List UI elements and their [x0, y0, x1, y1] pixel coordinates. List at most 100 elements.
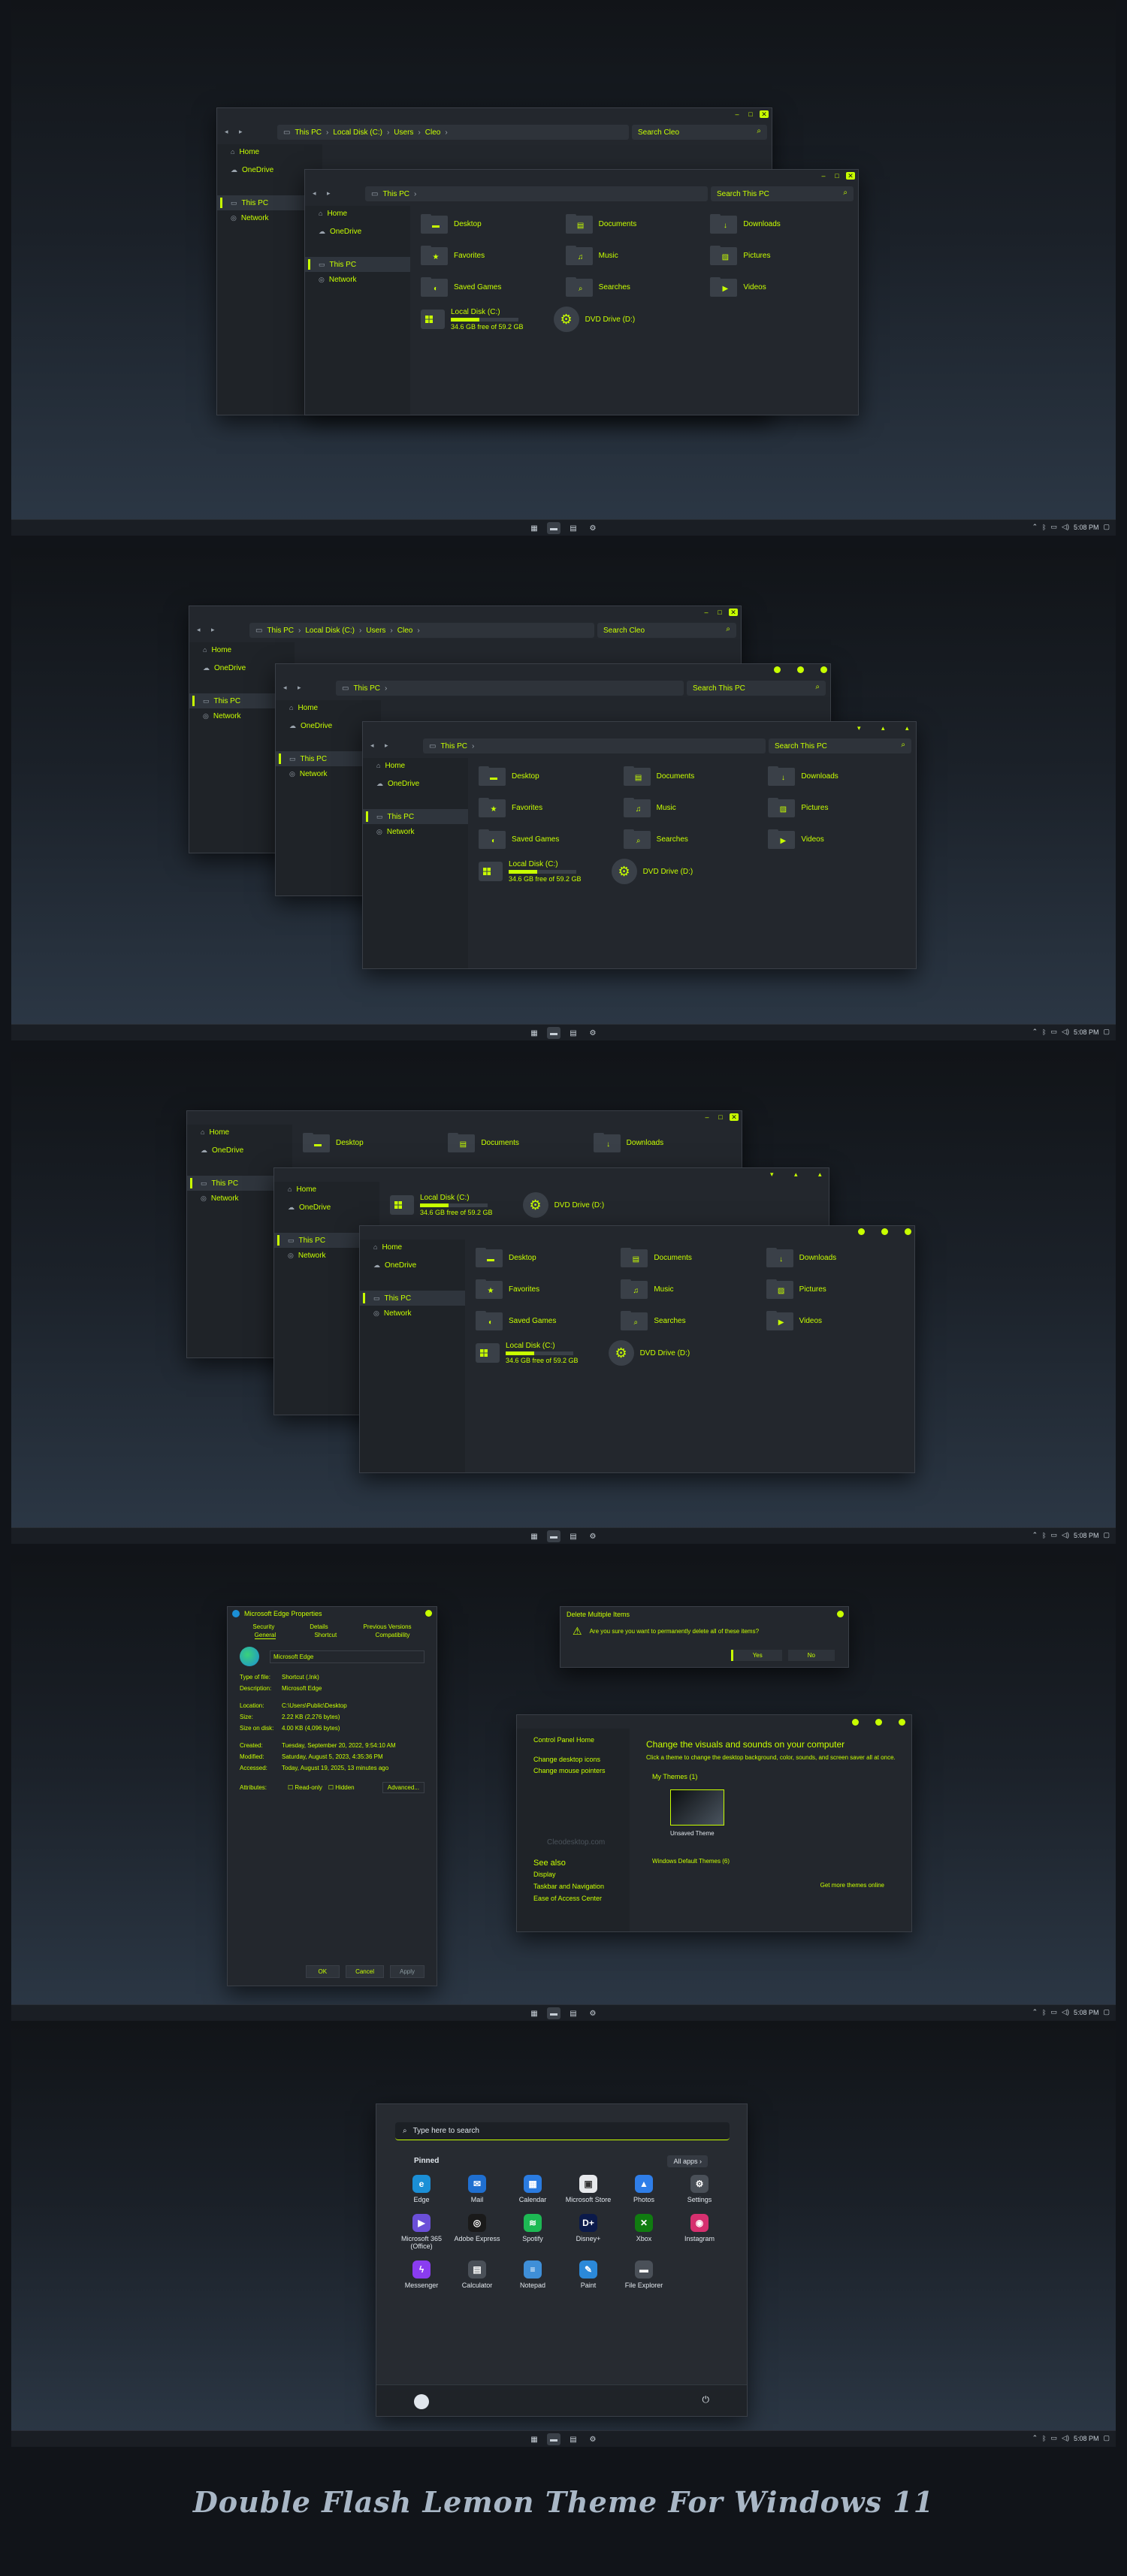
app-xbox[interactable]: ✕ Xbox [618, 2214, 670, 2250]
start-search-box[interactable]: ⌕ Type here to search [395, 2122, 730, 2140]
taskbar-link[interactable]: Taskbar and Navigation [533, 1883, 613, 1890]
tab-compatibility[interactable]: Compatibility [376, 1632, 410, 1639]
start-icon[interactable]: ▦ [527, 2433, 541, 2445]
nav-home[interactable]: ⌂ Home [187, 1125, 292, 1140]
folder-searches[interactable]: ⌕ Searches [621, 1310, 758, 1331]
nav-this-pc[interactable]: ▭ This PC [305, 257, 410, 272]
app-instagram[interactable]: ◉ Instagram [673, 2214, 726, 2250]
nav-home[interactable]: ⌂ Home [360, 1240, 465, 1255]
search-box[interactable]: Search This PC ⌕ [769, 738, 911, 753]
store-icon[interactable]: ▤ [567, 2007, 580, 2019]
minimize-button[interactable]: – [733, 110, 742, 118]
search-box[interactable]: Search Cleo ⌕ [597, 623, 736, 638]
app-microsoft-store[interactable]: ▣ Microsoft Store [562, 2175, 615, 2203]
cancel-button[interactable]: Cancel [346, 1965, 384, 1978]
tab-previous-versions[interactable]: Previous Versions [364, 1623, 412, 1630]
app-spotify[interactable]: ≋ Spotify [506, 2214, 559, 2250]
volume-icon[interactable]: ◁) [1062, 2434, 1069, 2442]
nav-home[interactable]: ⌂ Home [305, 206, 410, 221]
maximize-button[interactable]: ▴ [794, 1170, 802, 1179]
folder-downloads[interactable]: ↓ Downloads [593, 1132, 731, 1153]
local-disk[interactable]: Local Disk (C:) 34.6 GB free of 59.2 GB [479, 860, 582, 883]
notification-icon[interactable]: ▢ [1103, 2434, 1110, 2442]
minimize-button[interactable]: – [819, 172, 828, 180]
tab-details[interactable]: Details [310, 1623, 328, 1630]
folder-pictures[interactable]: ▨ Pictures [766, 1279, 904, 1300]
app-settings[interactable]: ⚙ Settings [673, 2175, 726, 2203]
power-icon[interactable]: ⏻ [702, 2394, 710, 2405]
nav-network[interactable]: ◎ Network [305, 272, 410, 287]
maximize-button[interactable]: ▴ [881, 724, 889, 732]
hidden-checkbox[interactable]: ☐ Hidden [328, 1784, 355, 1791]
address-bar[interactable]: ▭ This PC › [336, 681, 684, 696]
folder-videos[interactable]: ▶ Videos [766, 1310, 904, 1331]
display-icon[interactable]: ▭ [1051, 1531, 1058, 1539]
folder-desktop[interactable]: ▬ Desktop [479, 766, 616, 787]
volume-icon[interactable]: ◁) [1062, 523, 1069, 531]
settings-icon[interactable]: ⚙ [586, 1530, 600, 1542]
apply-button[interactable]: Apply [389, 1965, 425, 1978]
folder-saved-games[interactable]: ◐ Saved Games [421, 276, 558, 297]
store-icon[interactable]: ▤ [567, 2433, 580, 2445]
bluetooth-icon[interactable]: ᛒ [1042, 524, 1046, 531]
all-apps-button[interactable]: All apps › [667, 2155, 708, 2167]
maximize-button[interactable]: □ [832, 172, 841, 180]
app-microsoft-365-office-[interactable]: ▶ Microsoft 365 (Office) [395, 2214, 448, 2250]
minimize-button[interactable] [852, 1719, 859, 1726]
theme-thumbnail[interactable] [670, 1789, 724, 1826]
app-photos[interactable]: ▲ Photos [618, 2175, 670, 2203]
close-button[interactable] [837, 1611, 844, 1617]
tab-security[interactable]: Security [252, 1623, 274, 1630]
nav-onedrive[interactable]: ☁ OneDrive [305, 224, 410, 239]
local-disk[interactable]: Local Disk (C:) 34.6 GB free of 59.2 GB [390, 1194, 493, 1216]
nav-onedrive[interactable]: ☁ OneDrive [363, 776, 468, 791]
nav-home[interactable]: ⌂ Home [363, 758, 468, 773]
nav-onedrive[interactable]: ☁ OneDrive [360, 1258, 465, 1273]
folder-documents[interactable]: ▤ Documents [623, 766, 761, 787]
search-box[interactable]: Search This PC ⌕ [687, 681, 826, 696]
minimize-button[interactable] [774, 666, 781, 673]
notification-icon[interactable]: ▢ [1103, 2008, 1110, 2016]
display-link[interactable]: Display [533, 1871, 613, 1878]
display-icon[interactable]: ▭ [1051, 1028, 1058, 1036]
nav-this-pc[interactable]: ▭ This PC [363, 809, 468, 824]
folder-saved-games[interactable]: ◐ Saved Games [479, 829, 616, 850]
nav-arrows[interactable]: ◂ ▸ [197, 626, 219, 634]
maximize-button[interactable]: □ [716, 1113, 725, 1121]
bluetooth-icon[interactable]: ᛒ [1042, 1532, 1046, 1539]
readonly-checkbox[interactable]: ☐ Read-only [288, 1784, 322, 1791]
nav-home[interactable]: ⌂ Home [276, 700, 381, 715]
dvd-drive[interactable]: ⚙ DVD Drive (D:) [611, 859, 693, 884]
dvd-drive[interactable]: ⚙ DVD Drive (D:) [608, 1340, 690, 1366]
chevron-up-icon[interactable]: ⌃ [1032, 1531, 1038, 1539]
get-more-themes-link[interactable]: Get more themes online [820, 1882, 884, 1889]
folder-desktop[interactable]: ▬ Desktop [303, 1132, 440, 1153]
close-button[interactable]: ✕ [760, 110, 769, 118]
folder-music[interactable]: ♫ Music [565, 245, 703, 266]
folder-downloads[interactable]: ↓ Downloads [766, 1247, 904, 1268]
tab-general[interactable]: General [254, 1632, 276, 1639]
start-icon[interactable]: ▦ [527, 2007, 541, 2019]
breadcrumb-item[interactable]: This PC [382, 190, 409, 198]
local-disk[interactable]: Local Disk (C:) 34.6 GB free of 59.2 GB [421, 308, 524, 331]
nav-arrows[interactable]: ◂ ▸ [370, 741, 393, 750]
folder-documents[interactable]: ▤ Documents [448, 1132, 585, 1153]
close-button[interactable] [899, 1719, 905, 1726]
file-explorer-icon[interactable]: ▬ [547, 522, 560, 534]
app-messenger[interactable]: ϟ Messenger [395, 2260, 448, 2289]
nav-arrows[interactable]: ◂ ▸ [283, 684, 306, 692]
folder-pictures[interactable]: ▨ Pictures [768, 797, 905, 818]
yes-button[interactable]: Yes [730, 1650, 782, 1661]
chevron-up-icon[interactable]: ⌃ [1032, 2008, 1038, 2016]
store-icon[interactable]: ▤ [567, 522, 580, 534]
minimize-button[interactable]: ▾ [770, 1170, 778, 1179]
dvd-drive[interactable]: ⚙ DVD Drive (D:) [522, 1192, 604, 1218]
folder-searches[interactable]: ⌕ Searches [565, 276, 703, 297]
folder-pictures[interactable]: ▨ Pictures [710, 245, 848, 266]
minimize-button[interactable] [858, 1228, 865, 1235]
breadcrumb-item[interactable]: This PC [295, 128, 322, 137]
app-paint[interactable]: ✎ Paint [562, 2260, 615, 2289]
folder-desktop[interactable]: ▬ Desktop [476, 1247, 613, 1268]
file-explorer-icon[interactable]: ▬ [547, 1530, 560, 1542]
app-edge[interactable]: e Edge [395, 2175, 448, 2203]
